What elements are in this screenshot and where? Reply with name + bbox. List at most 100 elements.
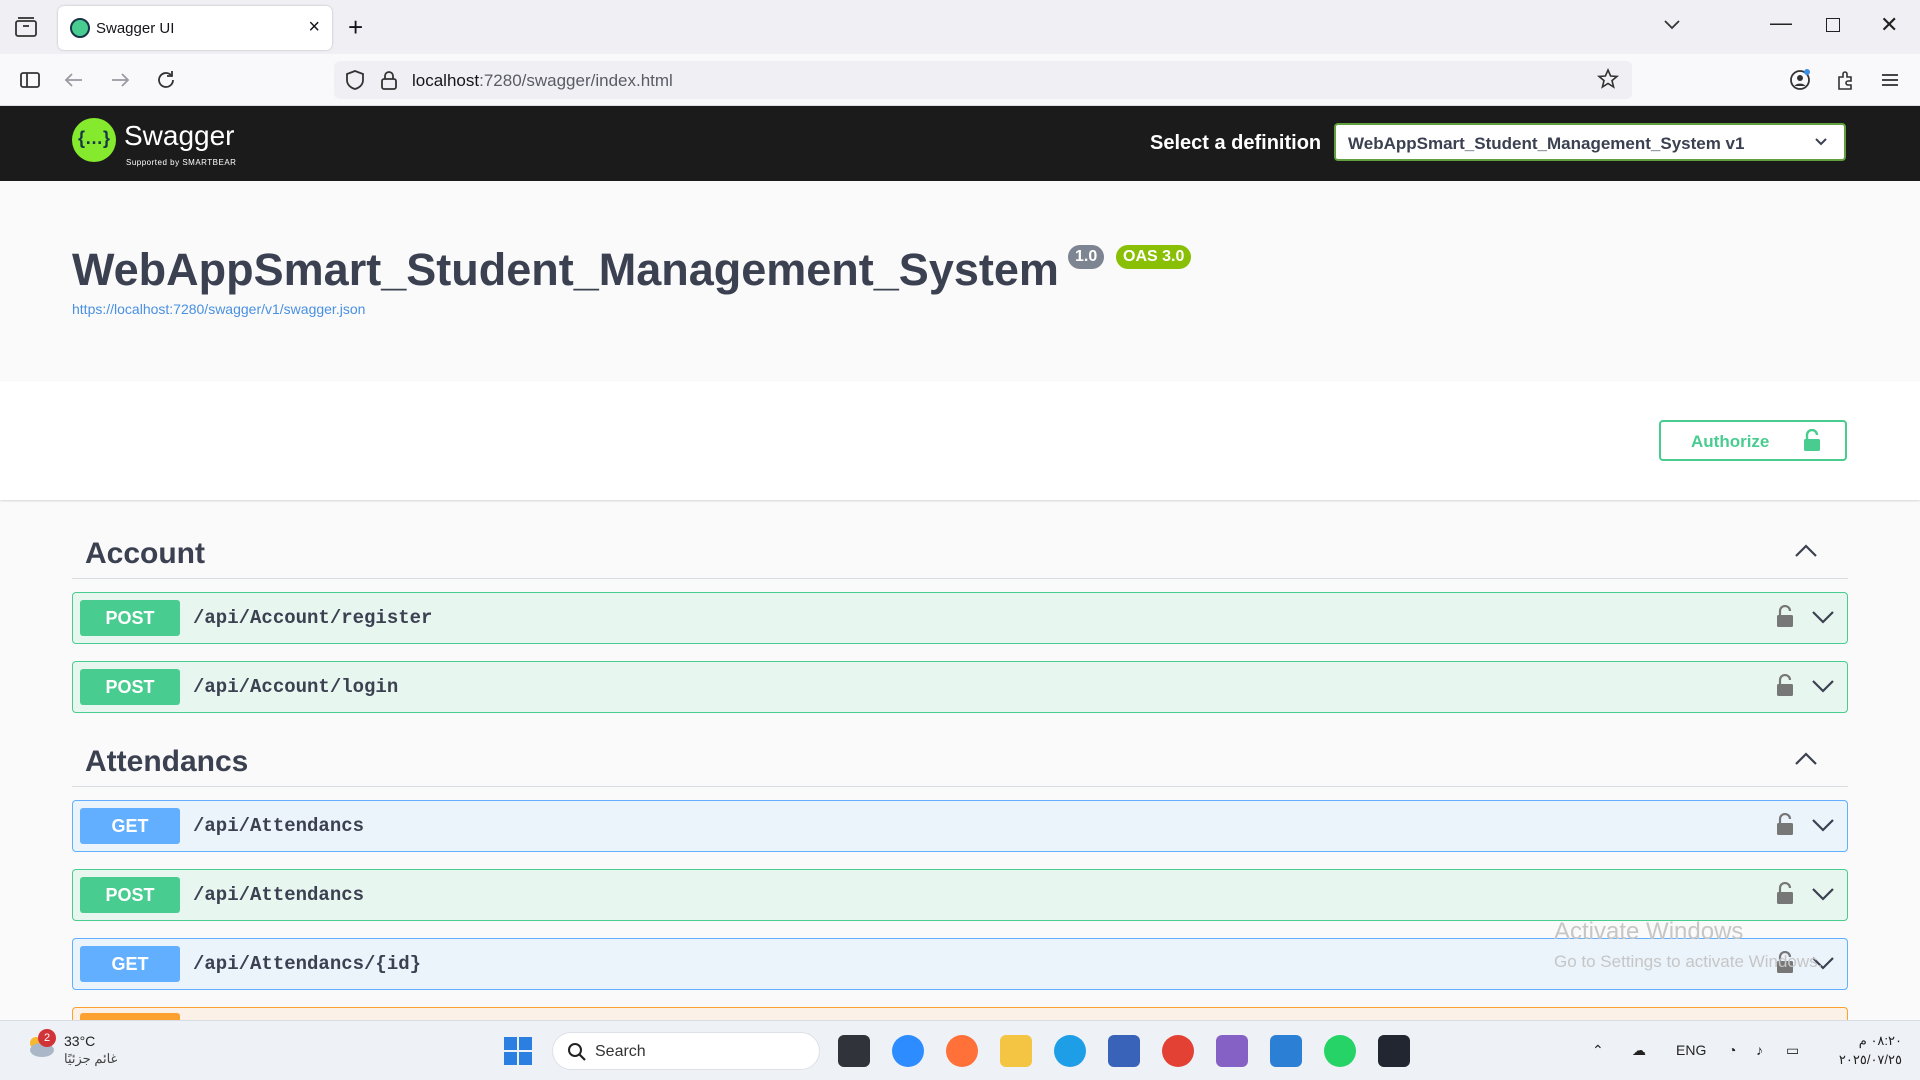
lock-icon[interactable] bbox=[1775, 882, 1795, 906]
taskbar-search-box[interactable]: Search bbox=[552, 1032, 820, 1070]
window-minimize-button[interactable]: — bbox=[1770, 10, 1792, 36]
close-tab-icon[interactable]: × bbox=[308, 16, 320, 38]
chevron-up-icon[interactable] bbox=[1794, 749, 1818, 769]
operation-path: /api/Attendancs bbox=[193, 815, 365, 837]
input-language[interactable]: ENG bbox=[1676, 1042, 1706, 1058]
swagger-favicon-icon bbox=[70, 18, 90, 38]
swagger-json-link[interactable]: https://localhost:7280/swagger/v1/swagge… bbox=[72, 301, 365, 317]
operation-path: /api/Attendancs/{id} bbox=[193, 953, 422, 975]
battery-icon[interactable]: ▭ bbox=[1786, 1042, 1799, 1059]
sql-server-icon[interactable] bbox=[1270, 1035, 1302, 1067]
address-bar[interactable]: localhost:7280/swagger/index.html bbox=[334, 61, 1632, 99]
chevron-up-icon[interactable] bbox=[1794, 541, 1818, 561]
authorize-button[interactable]: Authorize bbox=[1659, 420, 1847, 461]
account-icon[interactable] bbox=[1788, 68, 1812, 92]
tabs-dropdown-icon[interactable] bbox=[1662, 14, 1682, 34]
tag-section-attendancs[interactable]: Attendancs bbox=[72, 735, 1848, 787]
task-view-icon[interactable] bbox=[838, 1035, 870, 1067]
swagger-logo-icon[interactable]: {…} bbox=[72, 118, 116, 162]
weather-description[interactable]: غائم جزئيًا bbox=[64, 1051, 117, 1067]
scheme-container: Authorize bbox=[0, 381, 1920, 500]
activate-windows-watermark: Activate Windows Go to Settings to activ… bbox=[1554, 918, 1822, 972]
unlocked-icon bbox=[1804, 429, 1820, 451]
tab-title: Swagger UI bbox=[96, 20, 175, 37]
chevron-down-icon[interactable] bbox=[1811, 676, 1835, 696]
visual-studio-icon[interactable] bbox=[1216, 1035, 1248, 1067]
chevron-down-icon[interactable] bbox=[1811, 607, 1835, 627]
menu-hamburger-icon[interactable] bbox=[1878, 68, 1902, 92]
sidebar-toggle-icon[interactable] bbox=[18, 68, 42, 92]
wifi-icon[interactable]: ◔ bbox=[1728, 1042, 1736, 1058]
bookmark-star-icon[interactable] bbox=[1596, 67, 1620, 91]
chevron-down-icon bbox=[1815, 138, 1827, 146]
weather-temperature[interactable]: 33°C bbox=[64, 1033, 95, 1049]
whatsapp-icon[interactable] bbox=[1324, 1035, 1356, 1067]
method-badge: GET bbox=[80, 808, 180, 844]
file-explorer-icon[interactable] bbox=[1000, 1035, 1032, 1067]
operation-post-account-register[interactable]: POST /api/Account/register bbox=[72, 592, 1848, 644]
reload-icon[interactable] bbox=[154, 68, 178, 92]
operation-path: /api/Account/register bbox=[193, 607, 433, 629]
browser-tab-strip: Swagger UI × + — ✕ bbox=[0, 0, 1920, 54]
back-arrow-icon[interactable] bbox=[62, 68, 86, 92]
tag-title: Attendancs bbox=[85, 745, 249, 778]
tag-title: Account bbox=[85, 537, 205, 570]
window-close-button[interactable]: ✕ bbox=[1880, 12, 1898, 38]
method-badge: POST bbox=[80, 877, 180, 913]
browser-tab-swagger[interactable]: Swagger UI × bbox=[58, 6, 332, 50]
microsoft-store-icon[interactable] bbox=[1108, 1035, 1140, 1067]
authorize-label: Authorize bbox=[1691, 432, 1770, 451]
forward-arrow-icon[interactable] bbox=[108, 68, 132, 92]
lock-icon[interactable] bbox=[1775, 813, 1795, 837]
volume-icon[interactable]: ♪ bbox=[1756, 1042, 1763, 1058]
system-clock[interactable]: ٠٨:٢٠ م ٢٠٢٥/٠٧/٢٥ bbox=[1826, 1031, 1902, 1069]
clock-time: ٠٨:٢٠ م bbox=[1858, 1033, 1902, 1048]
tracking-protection-shield-icon[interactable] bbox=[344, 69, 366, 91]
browser-navigation-bar: localhost:7280/swagger/index.html bbox=[0, 54, 1920, 106]
operation-path: /api/Account/login bbox=[193, 676, 399, 698]
swagger-logo-subtitle: Supported by SMARTBEAR bbox=[126, 158, 237, 167]
url-text[interactable]: localhost:7280/swagger/index.html bbox=[412, 71, 673, 91]
method-badge: POST bbox=[80, 669, 180, 705]
window-restore-button[interactable] bbox=[1826, 18, 1840, 32]
api-info-section: WebAppSmart_Student_Management_System 1.… bbox=[0, 181, 1920, 381]
swagger-logo-text[interactable]: Swagger bbox=[124, 120, 235, 152]
clock-date: ٢٠٢٥/٠٧/٢٥ bbox=[1838, 1052, 1902, 1067]
chrome-browser-icon[interactable] bbox=[1162, 1035, 1194, 1067]
tab-list-icon[interactable] bbox=[14, 16, 38, 38]
terminal-icon[interactable] bbox=[1378, 1035, 1410, 1067]
method-badge: POST bbox=[80, 600, 180, 636]
secure-lock-icon[interactable] bbox=[378, 69, 400, 91]
zoom-app-icon[interactable] bbox=[892, 1035, 924, 1067]
operation-path: /api/Attendancs bbox=[193, 884, 365, 906]
onedrive-icon[interactable]: ☁ bbox=[1632, 1042, 1646, 1059]
version-badge: 1.0 bbox=[1068, 245, 1105, 269]
operation-get-attendancs[interactable]: GET /api/Attendancs bbox=[72, 800, 1848, 852]
lock-icon[interactable] bbox=[1775, 674, 1795, 698]
chevron-down-icon[interactable] bbox=[1811, 884, 1835, 904]
edge-browser-icon[interactable] bbox=[1054, 1035, 1086, 1067]
weather-notification-badge: 2 bbox=[38, 1029, 56, 1047]
select-definition-label: Select a definition bbox=[1150, 132, 1322, 154]
operation-post-account-login[interactable]: POST /api/Account/login bbox=[72, 661, 1848, 713]
watermark-line2: Go to Settings to activate Windows. bbox=[1554, 952, 1823, 971]
swagger-topbar: {…} Swagger Supported by SMARTBEAR Selec… bbox=[0, 106, 1920, 181]
tray-overflow-chevron-icon[interactable]: ⌃ bbox=[1592, 1042, 1604, 1059]
windows-taskbar: 2 33°C غائم جزئيًا Search ⌃ ☁ ENG ◔ ♪ ▭ … bbox=[0, 1020, 1920, 1080]
chevron-down-icon[interactable] bbox=[1811, 815, 1835, 835]
search-placeholder: Search bbox=[595, 1043, 646, 1060]
extensions-puzzle-icon[interactable] bbox=[1834, 68, 1858, 92]
new-tab-button[interactable]: + bbox=[348, 12, 363, 42]
definition-select-value: WebAppSmart_Student_Management_System v1 bbox=[1348, 134, 1745, 153]
operation-post-attendancs[interactable]: POST /api/Attendancs bbox=[72, 869, 1848, 921]
oas-badge: OAS 3.0 bbox=[1116, 245, 1192, 269]
lock-icon[interactable] bbox=[1775, 605, 1795, 629]
windows-start-icon[interactable] bbox=[504, 1037, 532, 1065]
firefox-app-icon[interactable] bbox=[946, 1035, 978, 1067]
tag-section-account[interactable]: Account bbox=[72, 527, 1848, 579]
method-badge: GET bbox=[80, 946, 180, 982]
search-icon bbox=[568, 1043, 586, 1061]
watermark-line1: Activate Windows bbox=[1554, 918, 1744, 945]
api-title: WebAppSmart_Student_Management_System bbox=[72, 244, 1059, 295]
definition-select[interactable]: WebAppSmart_Student_Management_System v1 bbox=[1334, 123, 1846, 161]
